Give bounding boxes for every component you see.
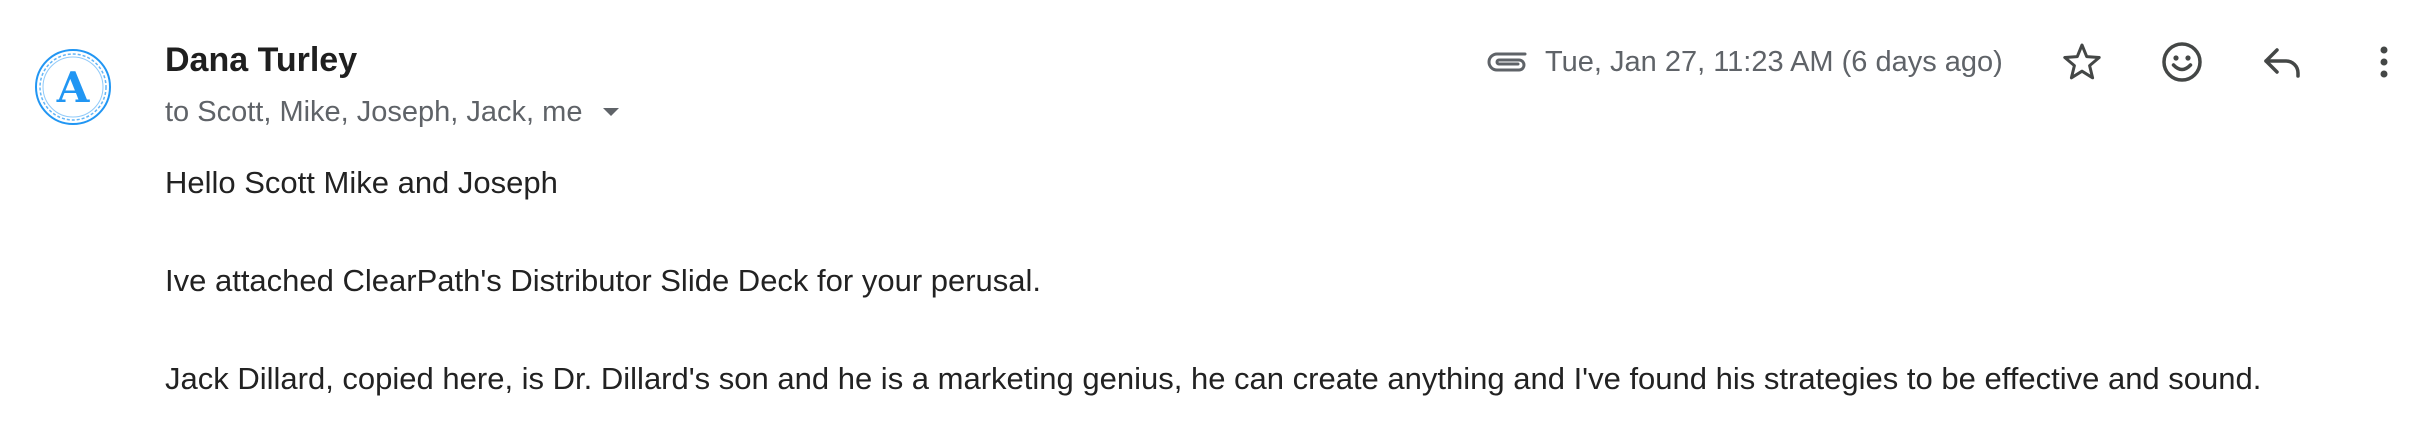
- more-options-button[interactable]: [2360, 38, 2408, 86]
- sender-name[interactable]: Dana Turley: [165, 40, 357, 80]
- reply-button[interactable]: [2258, 38, 2306, 86]
- more-vert-icon: [2380, 46, 2388, 78]
- attachment-icon: [1485, 40, 1529, 84]
- message-body: Hello Scott Mike and Joseph Ive attached…: [165, 163, 2405, 399]
- caret-down-icon: [603, 108, 620, 116]
- add-reaction-button[interactable]: [2158, 38, 2206, 86]
- body-paragraph: Ive attached ClearPath's Distributor Sli…: [165, 263, 1042, 298]
- avatar-letter: A: [56, 63, 91, 112]
- message-date[interactable]: Tue, Jan 27, 11:23 AM (6 days ago): [1545, 42, 2003, 82]
- reply-icon: [2264, 48, 2300, 78]
- star-button[interactable]: [2058, 38, 2106, 86]
- emoji-icon: [2162, 42, 2202, 82]
- body-paragraph: Jack Dillard, copied here, is Dr. Dillar…: [165, 361, 2262, 396]
- message-meta: Tue, Jan 27, 11:23 AM (6 days ago): [1485, 40, 2003, 84]
- recipients-line: to Scott, Mike, Joseph, Jack, me: [165, 95, 622, 129]
- recipients-text: to Scott, Mike, Joseph, Jack, me: [165, 96, 583, 128]
- sender-avatar[interactable]: A: [33, 47, 113, 127]
- show-details-button[interactable]: [600, 101, 622, 123]
- star-icon: [2063, 43, 2101, 80]
- body-paragraph: Hello Scott Mike and Joseph: [165, 165, 558, 200]
